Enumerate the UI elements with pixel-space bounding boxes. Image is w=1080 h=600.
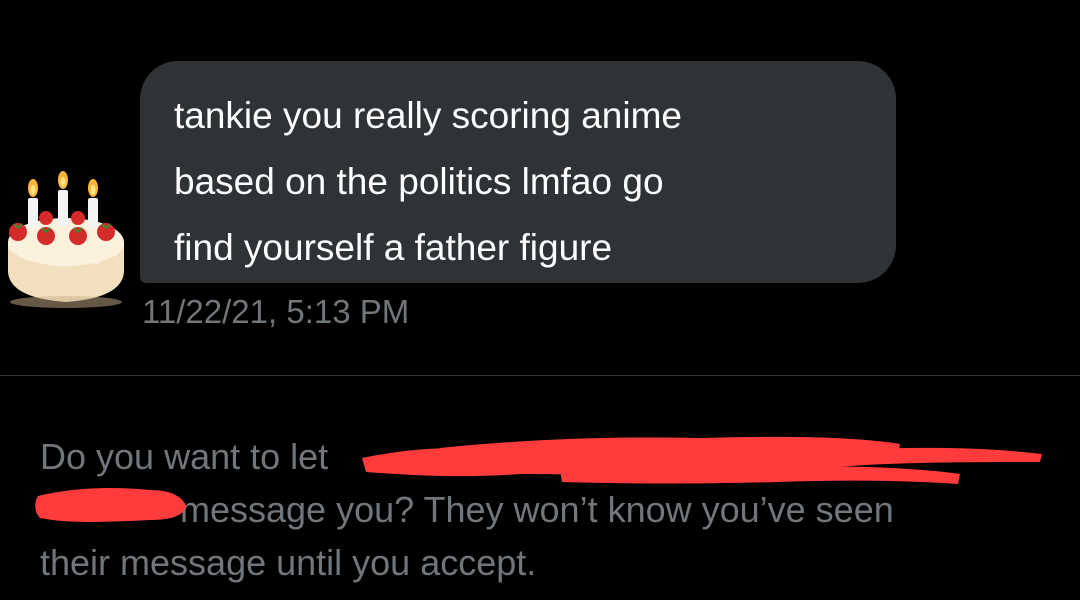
divider — [0, 375, 1080, 376]
message-request-prompt: Do you want to let message you? They won… — [40, 430, 1060, 590]
message-text-line: based on the politics lmfao go — [174, 161, 664, 202]
prompt-text: message you? They won’t know you’ve seen — [180, 489, 894, 530]
message-timestamp: 11/22/21, 5:13 PM — [142, 293, 410, 330]
birthday-cake-icon — [8, 171, 124, 308]
prompt-text-line: Do you want to let — [40, 436, 329, 477]
message-text-line: tankie you really scoring anime — [174, 95, 682, 136]
message-thread: tankie you really scoring anime based on… — [0, 0, 1080, 376]
message-text-line: find yourself a father figure — [174, 227, 613, 268]
message-bubble[interactable]: tankie you really scoring anime based on… — [140, 61, 896, 283]
prompt-text-line: their message until you accept. — [40, 542, 537, 583]
prompt-text-line: message you? They won’t know you’ve seen — [40, 483, 1060, 536]
